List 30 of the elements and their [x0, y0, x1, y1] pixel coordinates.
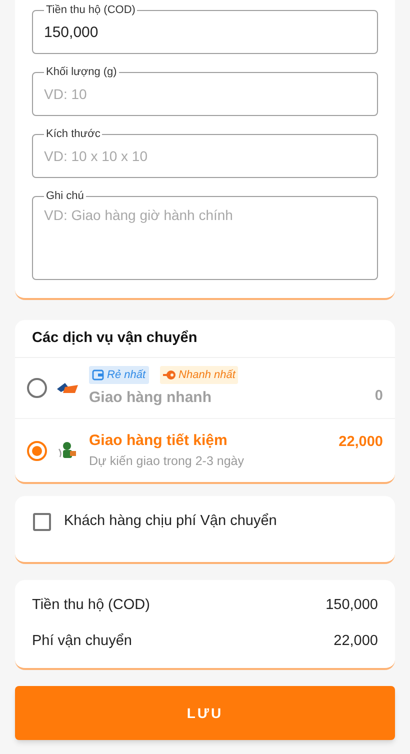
input-field[interactable]: VD: 10 [44, 79, 366, 109]
wallet-icon [92, 369, 104, 382]
service-name: Giao hàng tiết kiệm [89, 430, 228, 451]
checkbox-label: Khách hàng chịu phí Vận chuyển [64, 512, 277, 531]
field-label: Tiền thu hộ (COD) [45, 4, 136, 17]
text-field[interactable]: Kích thước VD: 10 x 10 x 10 [32, 128, 378, 178]
summary-label: Tiền thu hộ (COD) [32, 596, 150, 616]
radio-button[interactable] [27, 440, 47, 460]
courier-logo-icon [58, 440, 78, 460]
input-field[interactable]: 150,000 [44, 17, 366, 47]
section-title: Các dịch vụ vận chuyển [15, 320, 395, 358]
text-field[interactable]: Ghi chú VD: Giao hàng giờ hành chính [32, 190, 378, 280]
delivery-estimate: Dự kiến giao trong 2-3 ngày [89, 453, 245, 470]
service-price: 22,000 [338, 432, 383, 452]
text-field[interactable]: Khối lượng (g) VD: 10 [32, 66, 378, 116]
note-field[interactable]: VD: Giao hàng giờ hành chính [44, 205, 366, 265]
input-field[interactable]: VD: 10 x 10 x 10 [44, 141, 366, 171]
service-name: Giao hàng nhanh [89, 388, 212, 408]
field-label: Kích thước [45, 128, 102, 141]
summary-label: Phí vận chuyển [32, 632, 132, 652]
field-label: Khối lượng (g) [45, 66, 118, 79]
text-field[interactable]: Tiền thu hộ (COD) 150,000 [32, 4, 378, 54]
service-price: 0 [374, 387, 383, 406]
field-label: Ghi chú [45, 190, 85, 203]
cheapest-badge: Rẻ nhất [89, 366, 149, 384]
summary-value: 22,000 [334, 632, 378, 652]
fastest-badge: Nhanh nhất [160, 366, 238, 384]
summary-value: 150,000 [326, 596, 378, 616]
radio-button[interactable] [27, 378, 47, 398]
checkbox[interactable] [33, 512, 51, 531]
